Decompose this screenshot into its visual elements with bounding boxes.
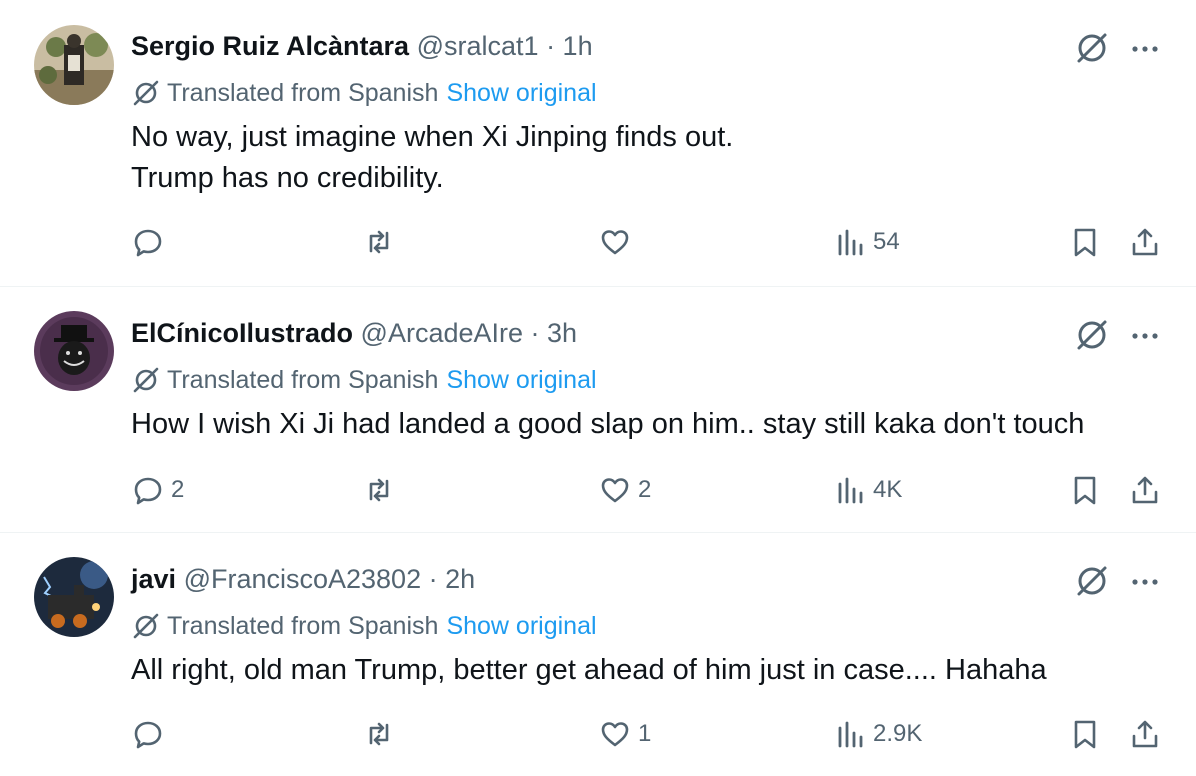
more-icon[interactable] <box>1130 34 1160 64</box>
tweet-text: How I wish Xi Ji had landed a good slap … <box>131 408 1085 440</box>
avatar[interactable] <box>34 311 114 391</box>
timestamp[interactable]: · 2h <box>429 564 476 594</box>
bookmark-icon <box>1074 720 1096 749</box>
reply-icon <box>134 721 162 749</box>
reply-icon <box>134 477 162 505</box>
author-name[interactable]: javi <box>131 564 176 594</box>
translated-label: Translated from Spanish <box>167 79 439 107</box>
translated-label: Translated from Spanish <box>167 366 439 394</box>
translated-label: Translated from Spanish <box>167 612 439 640</box>
retweet-button[interactable] <box>362 470 402 510</box>
translate-icon <box>133 367 159 393</box>
tweet[interactable]: Sergio Ruiz Alcàntara @sralcat1 · 1h Tra… <box>0 0 1196 287</box>
show-original-link[interactable]: Show original <box>446 612 596 640</box>
tweet-actions: 2 2 4K <box>0 470 1196 510</box>
retweet-button[interactable] <box>362 714 402 754</box>
share-button[interactable] <box>1128 714 1162 754</box>
show-original-link[interactable]: Show original <box>446 366 596 394</box>
tweet-header: ElCínicoIlustrado @ArcadeAIre · 3h <box>131 316 577 350</box>
avatar[interactable] <box>34 557 114 637</box>
tweet[interactable]: ElCínicoIlustrado @ArcadeAIre · 3h Trans… <box>0 287 1196 533</box>
reply-button[interactable] <box>131 222 171 262</box>
share-button[interactable] <box>1128 222 1162 262</box>
tweet-actions: 54 <box>0 222 1196 262</box>
share-icon <box>1132 720 1158 748</box>
retweet-icon <box>369 722 389 746</box>
share-button[interactable] <box>1128 470 1162 510</box>
grok-icon[interactable] <box>1074 317 1110 353</box>
author-handle[interactable]: @sralcat1 <box>417 31 539 61</box>
tweet-text: No way, just imagine when Xi Jinping fin… <box>131 121 734 194</box>
like-count: 1 <box>638 720 652 747</box>
retweet-icon <box>369 478 389 502</box>
reply-button[interactable]: 2 <box>131 470 184 510</box>
translation-notice: Translated from Spanish Show original <box>131 77 597 109</box>
like-count: 2 <box>638 476 652 503</box>
like-button[interactable]: 1 <box>598 714 651 754</box>
views-button[interactable]: 4K <box>833 470 902 510</box>
bookmark-button[interactable] <box>1068 222 1102 262</box>
views-icon <box>838 229 863 256</box>
like-button[interactable] <box>598 222 638 262</box>
share-icon <box>1132 476 1158 504</box>
views-button[interactable]: 2.9K <box>833 714 922 754</box>
tweet[interactable]: javi @FranciscoA23802 · 2h Translated fr… <box>0 533 1196 776</box>
timestamp[interactable]: · 1h <box>546 31 593 61</box>
author-handle[interactable]: @FranciscoA23802 <box>184 564 422 594</box>
author-name[interactable]: ElCínicoIlustrado <box>131 318 353 348</box>
bookmark-icon <box>1074 476 1096 505</box>
show-original-link[interactable]: Show original <box>446 79 596 107</box>
share-icon <box>1132 228 1158 256</box>
more-icon[interactable] <box>1130 321 1160 351</box>
translate-icon <box>133 613 159 639</box>
view-count: 2.9K <box>873 720 923 747</box>
retweet-icon <box>369 230 389 254</box>
author-handle[interactable]: @ArcadeAIre <box>361 318 523 348</box>
like-icon <box>601 722 629 747</box>
tweet-text: All right, old man Trump, better get ahe… <box>131 654 1047 686</box>
like-icon <box>601 478 629 503</box>
view-count: 54 <box>873 228 900 255</box>
tweet-header: Sergio Ruiz Alcàntara @sralcat1 · 1h <box>131 29 593 63</box>
views-icon <box>838 477 863 504</box>
like-button[interactable]: 2 <box>598 470 651 510</box>
avatar[interactable] <box>34 25 114 105</box>
reply-count: 2 <box>171 476 185 503</box>
tweet-actions: 1 2.9K <box>0 714 1196 754</box>
reply-icon <box>134 229 162 257</box>
like-icon <box>601 230 629 255</box>
bookmark-button[interactable] <box>1068 714 1102 754</box>
author-name[interactable]: Sergio Ruiz Alcàntara <box>131 31 409 61</box>
views-button[interactable]: 54 <box>833 222 900 262</box>
translation-notice: Translated from Spanish Show original <box>131 610 597 642</box>
timestamp[interactable]: · 3h <box>531 318 578 348</box>
grok-icon[interactable] <box>1074 563 1110 599</box>
views-icon <box>838 721 863 748</box>
reply-button[interactable] <box>131 714 171 754</box>
view-count: 4K <box>873 476 903 503</box>
bookmark-button[interactable] <box>1068 470 1102 510</box>
retweet-button[interactable] <box>362 222 402 262</box>
more-icon[interactable] <box>1130 567 1160 597</box>
translation-notice: Translated from Spanish Show original <box>131 364 597 396</box>
tweet-header: javi @FranciscoA23802 · 2h <box>131 562 475 596</box>
grok-icon[interactable] <box>1074 30 1110 66</box>
translate-icon <box>133 80 159 106</box>
bookmark-icon <box>1074 228 1096 257</box>
